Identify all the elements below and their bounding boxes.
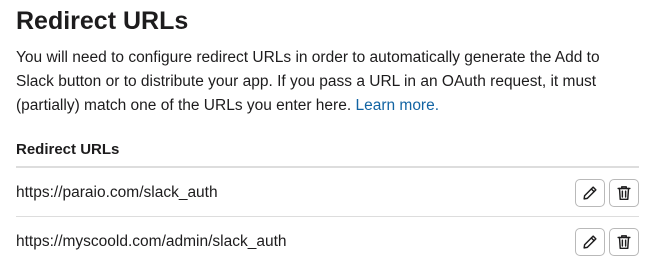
description-text: You will need to configure redirect URLs… [16,49,600,114]
redirect-urls-section: Redirect URLs You will need to configure… [16,0,639,265]
delete-url-button[interactable] [609,179,639,207]
row-actions [575,177,639,207]
row-actions [575,226,639,256]
section-title: Redirect URLs [16,7,189,35]
url-list: https://paraio.com/slack_auth https://my… [16,168,639,265]
edit-url-button[interactable] [575,228,605,256]
trash-icon [615,233,633,251]
redirect-url: https://myscoold.com/admin/slack_auth [16,233,287,250]
edit-url-button[interactable] [575,179,605,207]
pencil-icon [581,184,599,202]
url-row: https://paraio.com/slack_auth [16,168,639,217]
delete-url-button[interactable] [609,228,639,256]
url-list-header: Redirect URLs [16,139,639,168]
learn-more-link[interactable]: Learn more. [355,97,439,114]
section-description: You will need to configure redirect URLs… [16,46,641,118]
pencil-icon [581,233,599,251]
redirect-url: https://paraio.com/slack_auth [16,184,218,201]
trash-icon [615,184,633,202]
url-row: https://myscoold.com/admin/slack_auth [16,217,639,265]
